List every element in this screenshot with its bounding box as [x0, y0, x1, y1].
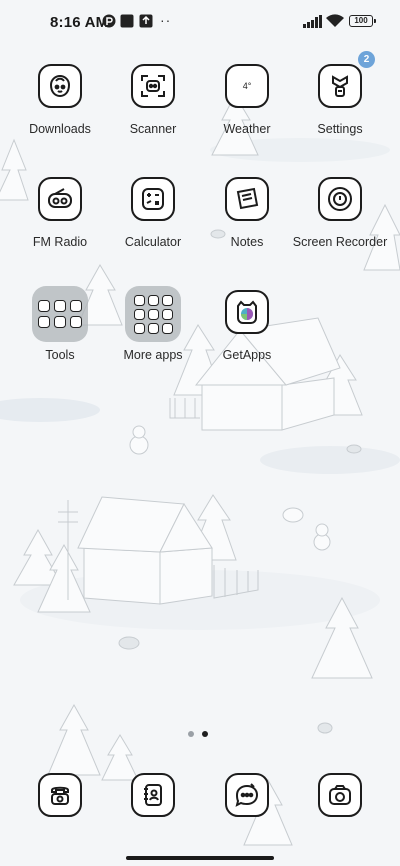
app-label: GetApps: [222, 348, 272, 362]
getapps-icon: [225, 290, 269, 334]
battery-indicator: 100: [349, 15, 376, 27]
more-notifications-indicator: ··: [160, 12, 172, 28]
status-bar: 8:16 AM ·· 100: [0, 0, 400, 44]
messages-icon: [225, 773, 269, 817]
weather-temperature: 4°: [242, 81, 252, 91]
app-label: FM Radio: [32, 235, 88, 249]
app-label: Calculator: [124, 235, 182, 249]
home-indicator[interactable]: [126, 856, 274, 860]
app-label: Downloads: [29, 122, 91, 136]
folder-icon: [32, 286, 88, 342]
status-time: 8:16 AM: [50, 14, 109, 31]
page-dot-active[interactable]: [202, 731, 208, 737]
wifi-icon: [326, 14, 344, 28]
screen-recorder-icon: [318, 177, 362, 221]
camera-icon: [318, 773, 362, 817]
upload-icon: [139, 14, 153, 28]
app-label: Scanner: [129, 122, 177, 136]
p-icon: [102, 14, 116, 28]
scanner-icon: [131, 64, 175, 108]
app-label: More apps: [123, 348, 183, 362]
app-label: Weather: [223, 122, 271, 136]
folder-icon: [125, 286, 181, 342]
app-label: Tools: [45, 348, 75, 362]
page-indicator: [188, 731, 218, 739]
page-dot[interactable]: [188, 731, 194, 737]
weather-icon: 4°: [225, 64, 269, 108]
notes-icon: [225, 177, 269, 221]
app-label: Settings: [317, 122, 363, 136]
app-label: Screen Recorder: [292, 235, 388, 249]
app-label: Notes: [230, 235, 264, 249]
calculator-icon: [131, 177, 175, 221]
downloads-icon: [38, 64, 82, 108]
contacts-icon: [131, 773, 175, 817]
phone-icon: [38, 773, 82, 817]
notification-badge: 2: [358, 51, 375, 68]
radio-icon: [38, 177, 82, 221]
signal-icon: [303, 15, 323, 28]
settings-icon: [318, 64, 362, 108]
square-icon: [120, 14, 134, 28]
